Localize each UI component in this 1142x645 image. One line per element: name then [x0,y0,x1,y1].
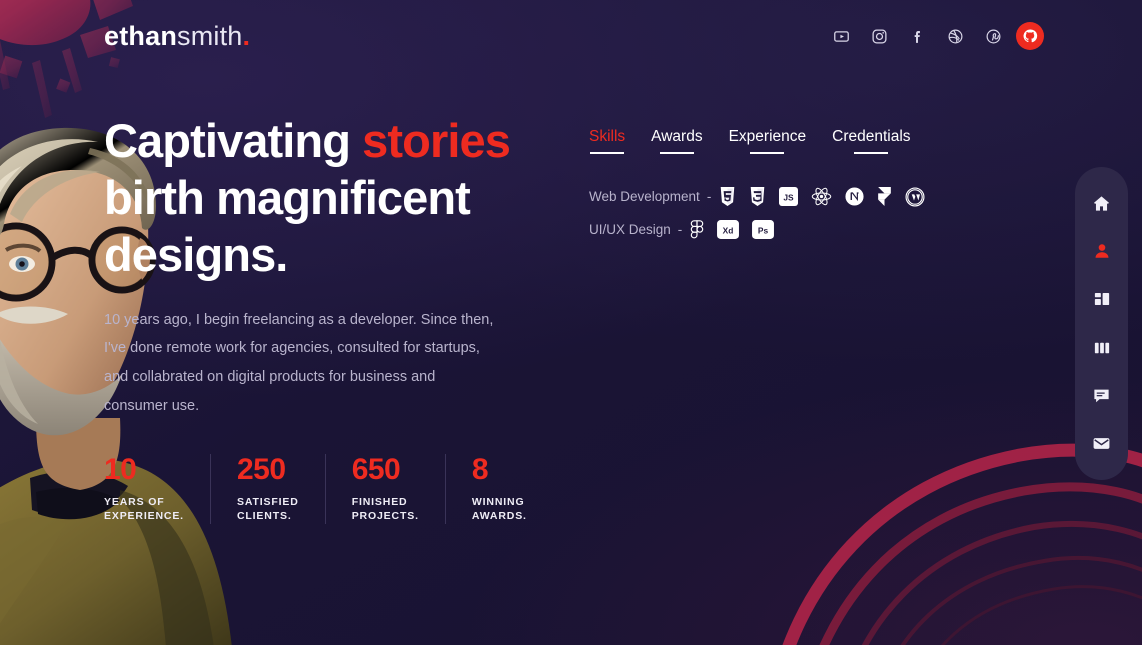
youtube-icon[interactable] [826,21,856,51]
tab-experience[interactable]: Experience [728,128,807,154]
svg-text:Xd: Xd [723,226,734,236]
headline-accent-word: stories [362,114,511,167]
headline-part1: Captivating [104,114,363,167]
tab-underline [750,152,785,154]
columns-icon[interactable] [1087,334,1117,362]
logo-last-name: smith [177,20,243,51]
adobe-xd-icon[interactable]: Xd [717,220,740,239]
stat-item: 10 YEARS OF EXPERIENCE. [104,453,211,524]
tab-label: Skills [589,128,626,145]
github-icon[interactable] [1016,22,1044,50]
skill-row-uiux-design: UI/UX Design - Xd Ps [589,213,1009,246]
stat-number: 250 [236,453,286,487]
logo-dot: . [242,20,251,51]
javascript-icon[interactable]: JS [779,187,799,206]
tab-underline [590,152,625,154]
stat-number: 650 [351,453,401,487]
skill-category-label: UI/UX Design [589,222,671,237]
stat-label: YEARS OF EXPERIENCE. [104,495,184,523]
instagram-icon[interactable] [864,21,894,51]
stats-row: 10 YEARS OF EXPERIENCE. 250 SATISFIED CL… [104,453,554,524]
svg-text:Ps: Ps [758,226,769,236]
skill-category-label: Web Development [589,189,700,204]
stat-number: 10 [104,453,137,487]
site-header: ethansmith. [0,0,1142,72]
stat-item: 650 FINISHED PROJECTS. [351,453,446,524]
wordpress-icon[interactable] [905,186,925,207]
hero-content: Captivating stories birth magnificent de… [104,113,554,524]
site-logo[interactable]: ethansmith. [104,21,250,52]
stat-label: SATISFIED CLIENTS. [236,495,299,523]
figma-icon[interactable] [690,219,704,240]
side-navigation-rail [1075,167,1128,480]
skill-rows: Web Development - JS UI/UX Design - Xd P… [589,180,1009,246]
social-links [826,21,1044,51]
react-icon[interactable] [811,187,832,206]
tab-credentials[interactable]: Credentials [832,128,911,154]
envelope-icon[interactable] [1087,430,1117,458]
hero-bio-text: 10 years ago, I begin freelancing as a d… [104,311,494,414]
svg-text:JS: JS [784,193,795,203]
skill-row-web-development: Web Development - JS [589,180,1009,213]
dribbble-icon[interactable] [940,21,970,51]
framer-icon[interactable] [877,187,892,206]
facebook-icon[interactable] [902,21,932,51]
tab-label: Awards [651,128,703,145]
headline-part2: birth magnificent designs. [104,170,471,281]
page-title: Captivating stories birth magnificent de… [104,113,554,284]
pinterest-icon[interactable] [978,21,1008,51]
skill-icon-list: Xd Ps [690,219,775,240]
panel-tabs: Skills Awards Experience Credentials [589,128,1009,154]
stat-label: WINNING AWARDS. [471,495,527,523]
stat-number: 8 [471,453,489,487]
user-icon[interactable] [1087,237,1117,265]
adobe-photoshop-icon[interactable]: Ps [752,220,775,239]
home-icon[interactable] [1087,189,1117,217]
stat-item: 8 WINNING AWARDS. [472,454,553,523]
tab-underline [854,152,889,154]
logo-first-name: ethan [104,20,178,51]
tab-awards[interactable]: Awards [651,128,703,154]
chat-icon[interactable] [1087,382,1117,410]
html5-icon[interactable] [719,187,736,206]
tab-label: Experience [728,128,807,145]
skill-dash: - [706,189,712,204]
tab-skills[interactable]: Skills [589,128,625,154]
skills-panel: Skills Awards Experience Credentials Web… [589,128,1009,246]
grid-icon[interactable] [1087,285,1117,313]
nextjs-icon[interactable] [845,187,864,206]
css3-icon[interactable] [749,187,766,206]
skill-icon-list: JS [719,186,925,207]
stat-item: 250 SATISFIED CLIENTS. [236,453,326,524]
stat-label: FINISHED PROJECTS. [351,495,419,523]
tab-label: Credentials [832,128,911,145]
tab-underline [659,152,694,154]
skill-dash: - [677,222,683,237]
